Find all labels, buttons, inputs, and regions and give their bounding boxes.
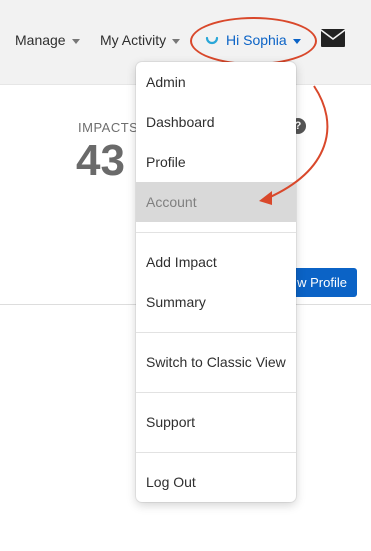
- menu-item-admin[interactable]: Admin: [136, 62, 296, 102]
- menu-divider: [136, 232, 296, 233]
- menu-divider: [136, 452, 296, 453]
- user-greeting: Hi Sophia: [226, 32, 287, 48]
- menu-item-add-impact[interactable]: Add Impact: [136, 242, 296, 282]
- page: Manage My Activity Hi Sophia IMPACTS 43 …: [0, 0, 371, 551]
- caret-down-icon: [71, 38, 80, 44]
- impacts-value: 43: [76, 136, 125, 185]
- nav-my-activity[interactable]: My Activity: [100, 32, 181, 48]
- menu-item-account[interactable]: Account: [136, 182, 296, 222]
- menu-divider: [136, 392, 296, 393]
- caret-down-icon: [292, 38, 301, 44]
- user-menu-toggle[interactable]: Hi Sophia: [204, 32, 301, 48]
- impacts-label: IMPACTS: [78, 120, 139, 135]
- menu-item-profile[interactable]: Profile: [136, 142, 296, 182]
- menu-item-log-out[interactable]: Log Out: [136, 462, 296, 502]
- nav-my-activity-label: My Activity: [100, 32, 167, 48]
- menu-divider: [136, 332, 296, 333]
- user-dropdown-menu: Admin Dashboard Profile Account Add Impa…: [136, 62, 296, 502]
- user-icon: [205, 36, 219, 45]
- nav-manage[interactable]: Manage: [15, 32, 80, 48]
- mail-icon[interactable]: [320, 28, 346, 48]
- menu-item-support[interactable]: Support: [136, 402, 296, 442]
- nav-manage-label: Manage: [15, 32, 66, 48]
- menu-item-switch-classic[interactable]: Switch to Classic View: [136, 342, 296, 382]
- menu-item-summary[interactable]: Summary: [136, 282, 296, 322]
- menu-item-dashboard[interactable]: Dashboard: [136, 102, 296, 142]
- caret-down-icon: [172, 38, 181, 44]
